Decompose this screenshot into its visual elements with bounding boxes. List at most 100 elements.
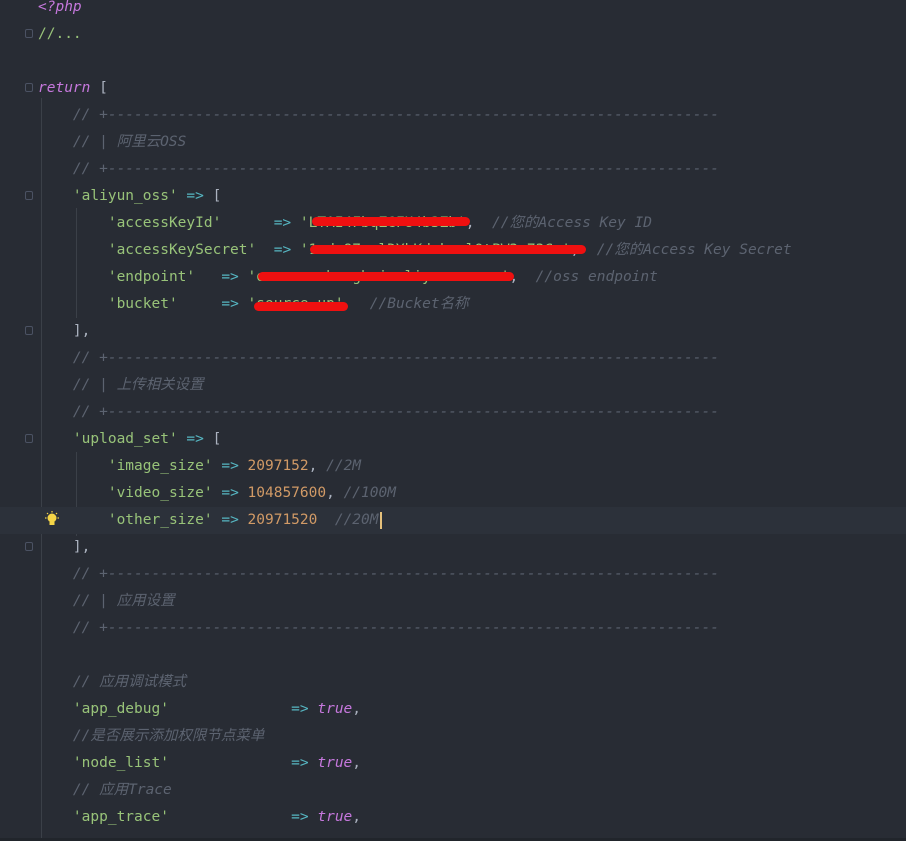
code-text: 'image_size' => 2097152, //2M bbox=[38, 453, 361, 480]
code-line[interactable]: 'app_trace' => true, bbox=[0, 804, 906, 831]
code-text: 'app_trace' => true, bbox=[38, 804, 361, 831]
code-token: => bbox=[221, 215, 300, 231]
code-token: //... bbox=[38, 26, 82, 42]
code-token: //2M bbox=[326, 458, 362, 474]
code-token: => bbox=[168, 809, 318, 825]
code-token: 'image_size' bbox=[38, 458, 213, 474]
code-line[interactable]: // 应用Trace bbox=[0, 777, 906, 804]
code-token: 'other_size' bbox=[38, 512, 213, 528]
code-token: // | 上传相关设置 bbox=[38, 377, 204, 393]
code-token: ], bbox=[38, 539, 91, 555]
code-line[interactable]: 'bucket' => 'source-up' //Bucket名称 bbox=[0, 291, 906, 318]
code-token: 20971520 bbox=[247, 512, 318, 528]
code-line[interactable]: return [ bbox=[0, 75, 906, 102]
code-token: 'aliyun_oss' bbox=[38, 188, 178, 204]
code-token: //Bucket名称 bbox=[369, 296, 469, 312]
code-text: 'other_size' => 20971520 //20M bbox=[38, 507, 382, 534]
code-token: [ bbox=[212, 431, 222, 447]
code-token: 'app_debug' bbox=[38, 701, 169, 717]
code-token: 2097152 bbox=[247, 458, 309, 474]
code-text: ], bbox=[38, 318, 90, 345]
code-token: //是否展示添加权限节点菜单 bbox=[38, 728, 265, 744]
current-code-line[interactable]: 'other_size' => 20971520 //20M bbox=[0, 507, 906, 534]
code-token: //oss endpoint bbox=[535, 269, 658, 285]
code-token: //100M bbox=[343, 485, 396, 501]
code-token: => bbox=[177, 296, 248, 312]
code-token: true bbox=[317, 809, 353, 825]
code-line[interactable]: // | 阿里云OSS bbox=[0, 129, 906, 156]
code-token: return bbox=[38, 80, 91, 96]
code-token: => bbox=[212, 458, 248, 474]
code-token: => bbox=[168, 701, 318, 717]
code-text: // | 应用设置 bbox=[38, 588, 175, 615]
code-line[interactable]: // +------------------------------------… bbox=[0, 561, 906, 588]
code-line[interactable]: //是否展示添加权限节点菜单 bbox=[0, 723, 906, 750]
code-token: // +------------------------------------… bbox=[38, 161, 719, 177]
code-editor[interactable]: <?php //... return [ // +-----------------… bbox=[0, 0, 906, 841]
code-token: => bbox=[195, 269, 248, 285]
code-token: , bbox=[352, 809, 362, 825]
code-token: 'accessKeySecret' bbox=[38, 242, 257, 258]
code-line[interactable] bbox=[0, 48, 906, 75]
code-line[interactable]: ], bbox=[0, 318, 906, 345]
code-token: => bbox=[168, 755, 318, 771]
code-token: , bbox=[352, 755, 362, 771]
code-text: //是否展示添加权限节点菜单 bbox=[38, 723, 264, 750]
redaction-mark bbox=[258, 272, 514, 281]
code-text: 'node_list' => true, bbox=[38, 750, 361, 777]
code-line[interactable]: 'aliyun_oss' => [ bbox=[0, 183, 906, 210]
code-line[interactable]: // 应用调试模式 bbox=[0, 669, 906, 696]
code-line[interactable]: <?php bbox=[0, 0, 906, 21]
code-token: // +------------------------------------… bbox=[38, 620, 719, 636]
code-token: // +------------------------------------… bbox=[38, 107, 719, 123]
redaction-mark bbox=[254, 302, 348, 311]
code-text: // | 阿里云OSS bbox=[38, 129, 186, 156]
code-token: 'bucket' bbox=[38, 296, 178, 312]
code-token: true bbox=[317, 701, 353, 717]
code-text: return [ bbox=[38, 75, 108, 102]
code-token: 'upload_set' bbox=[38, 431, 178, 447]
code-line[interactable]: //... bbox=[0, 21, 906, 48]
code-text: // +------------------------------------… bbox=[38, 399, 719, 426]
code-line[interactable]: // +------------------------------------… bbox=[0, 345, 906, 372]
code-line[interactable]: // +------------------------------------… bbox=[0, 399, 906, 426]
code-text: 'aliyun_oss' => [ bbox=[38, 183, 221, 210]
code-token: => bbox=[177, 188, 213, 204]
code-line[interactable]: 'upload_set' => [ bbox=[0, 426, 906, 453]
text-cursor bbox=[379, 511, 382, 529]
code-token: , bbox=[308, 458, 327, 474]
code-text: // 应用Trace bbox=[38, 777, 172, 804]
code-text: // +------------------------------------… bbox=[38, 156, 719, 183]
code-token: true bbox=[317, 755, 353, 771]
code-token: 'accessKeyId' bbox=[38, 215, 222, 231]
code-token: => bbox=[212, 485, 248, 501]
code-line[interactable]: // +------------------------------------… bbox=[0, 615, 906, 642]
code-token: <?php bbox=[38, 0, 82, 15]
code-token: // +------------------------------------… bbox=[38, 350, 719, 366]
code-token: => bbox=[256, 242, 300, 258]
code-token: , bbox=[326, 485, 344, 501]
code-line[interactable]: // | 应用设置 bbox=[0, 588, 906, 615]
code-token: 'endpoint' bbox=[38, 269, 196, 285]
code-text: 'app_debug' => true, bbox=[38, 696, 361, 723]
code-token: //您的Access Key Secret bbox=[596, 242, 792, 258]
code-line[interactable]: // | 上传相关设置 bbox=[0, 372, 906, 399]
code-line[interactable] bbox=[0, 642, 906, 669]
code-line[interactable]: 'app_debug' => true, bbox=[0, 696, 906, 723]
code-line[interactable]: // +------------------------------------… bbox=[0, 102, 906, 129]
code-line[interactable]: ], bbox=[0, 534, 906, 561]
code-line[interactable]: 'image_size' => 2097152, //2M bbox=[0, 453, 906, 480]
code-text: // 应用调试模式 bbox=[38, 669, 186, 696]
code-line[interactable]: 'node_list' => true, bbox=[0, 750, 906, 777]
code-line[interactable]: // +------------------------------------… bbox=[0, 156, 906, 183]
code-token: //您的Access Key ID bbox=[491, 215, 652, 231]
code-text: // +------------------------------------… bbox=[38, 345, 719, 372]
code-text: // +------------------------------------… bbox=[38, 102, 719, 129]
code-text: // +------------------------------------… bbox=[38, 561, 719, 588]
code-text: 'video_size' => 104857600, //100M bbox=[38, 480, 396, 507]
code-text: 'upload_set' => [ bbox=[38, 426, 221, 453]
code-line[interactable]: 'video_size' => 104857600, //100M bbox=[0, 480, 906, 507]
code-token: 'video_size' bbox=[38, 485, 213, 501]
code-token: ], bbox=[38, 323, 91, 339]
redaction-mark bbox=[310, 245, 586, 254]
